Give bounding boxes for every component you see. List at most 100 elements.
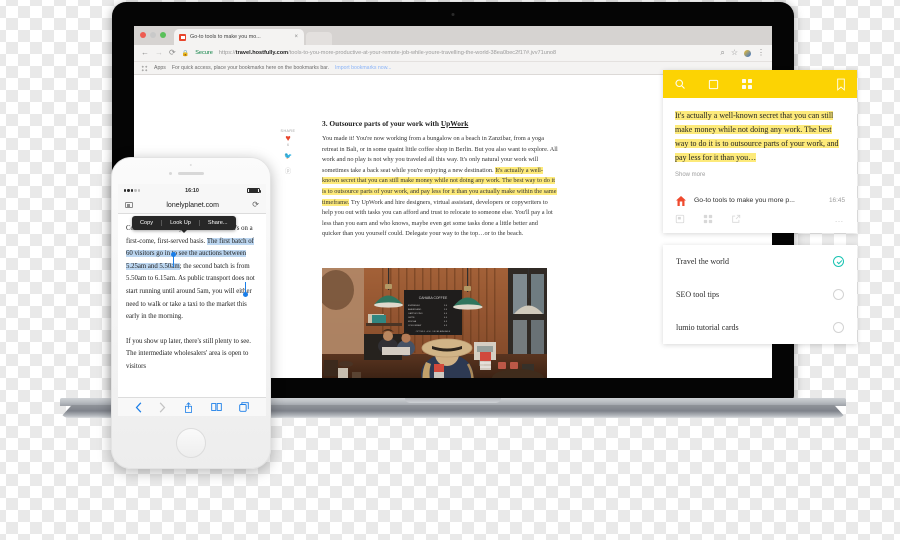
- radio-icon[interactable]: [833, 322, 844, 333]
- clip-text: It's actually a well-known secret that y…: [675, 111, 839, 162]
- apps-label[interactable]: Apps: [154, 65, 166, 71]
- url-prefix: https://: [218, 50, 236, 56]
- pinterest-icon[interactable]: ⓟ: [270, 165, 306, 175]
- clipper-sidebar: It's actually a well-known secret that y…: [663, 70, 857, 356]
- article-text-part2: Try UpWork and hire designers, virtual a…: [322, 198, 553, 238]
- browser-omnibox-row: ← → ⟳ 🔒 Secure https://travel.hostfully.…: [134, 45, 772, 62]
- iphone-mockup: 16:10 lonelyplanet.com ⟳ Copy Look Up Sh…: [111, 157, 271, 469]
- browser-tab[interactable]: Go-to tools to make you mo... ×: [174, 29, 304, 45]
- article-heading-pre: 3. Outsource parts of your work with: [322, 119, 441, 128]
- twitter-icon[interactable]: 🐦: [270, 152, 306, 160]
- clipper-toolbar: [663, 70, 857, 98]
- minimize-window-button[interactable]: [150, 32, 156, 38]
- share-button[interactable]: Share...: [198, 220, 236, 226]
- share-rail: SHARE ♥ 6 🐦 ⓟ: [270, 129, 306, 175]
- forward-icon[interactable]: [159, 401, 166, 413]
- url-domain: travel.hostfully.com: [235, 50, 289, 56]
- book-icon[interactable]: [210, 402, 222, 412]
- clip-time: 16:45: [829, 196, 845, 204]
- omnibox-actions: ⌕ ☆ ⋮: [720, 49, 765, 57]
- window-traffic-lights[interactable]: [140, 32, 166, 38]
- list-item[interactable]: lumio tutorial cards: [663, 311, 857, 344]
- phone-sensor: [169, 172, 173, 176]
- phone-screen: 16:10 lonelyplanet.com ⟳ Copy Look Up Sh…: [118, 184, 266, 416]
- search-icon[interactable]: [674, 78, 686, 90]
- list-item-label: Travel the world: [676, 257, 730, 266]
- close-window-button[interactable]: [140, 32, 146, 38]
- address-bar[interactable]: https://travel.hostfully.com/tools-to-yo…: [219, 50, 714, 56]
- note-icon[interactable]: [675, 214, 685, 224]
- phone-clock: 16:10: [185, 187, 199, 194]
- list-item-label: SEO tool tips: [676, 290, 720, 299]
- new-tab-button[interactable]: [306, 32, 332, 45]
- clip-source-row[interactable]: Go-to tools to make you more p... 16:45: [663, 187, 857, 212]
- radio-icon[interactable]: [833, 289, 844, 300]
- reload-icon[interactable]: ⟳: [169, 49, 176, 57]
- article-heading-link[interactable]: UpWork: [441, 119, 469, 128]
- grid-icon[interactable]: [703, 214, 713, 224]
- forward-icon[interactable]: →: [155, 49, 163, 57]
- profile-avatar[interactable]: [744, 49, 751, 57]
- lists-card: Travel the world SEO tool tips lumio tut…: [663, 245, 857, 344]
- phone-paragraph: Coffee is sold to buyers in the market. …: [126, 223, 258, 324]
- selection-handle-start[interactable]: [170, 252, 178, 267]
- laptop-base-notch: [405, 398, 501, 403]
- phone-paragraph-2: If you show up later, there's still plen…: [126, 337, 251, 370]
- text-selection-popup[interactable]: Copy Look Up Share...: [132, 216, 236, 233]
- check-icon[interactable]: [833, 256, 844, 267]
- laptop-camera: [451, 13, 455, 16]
- maximize-window-button[interactable]: [160, 32, 166, 38]
- coffee-shop-illustration: CAHABA COFFEE ESPRESSOAMERICANO CAPPUCCI…: [322, 268, 547, 378]
- lock-icon: 🔒: [181, 50, 190, 57]
- share-icon[interactable]: [731, 214, 741, 224]
- grid-icon[interactable]: [741, 78, 753, 90]
- search-icon[interactable]: ⌕: [720, 49, 724, 57]
- safari-domain[interactable]: lonelyplanet.com: [133, 202, 252, 209]
- share-count: 6: [286, 142, 290, 147]
- clip-card: It's actually a well-known secret that y…: [663, 70, 857, 233]
- reload-icon[interactable]: ⟳: [252, 201, 259, 209]
- list-item[interactable]: SEO tool tips: [663, 278, 857, 311]
- clip-actions-row: …: [663, 212, 857, 233]
- card-icon[interactable]: [708, 79, 719, 90]
- signal-icon: [124, 189, 140, 192]
- article-photo: CAHABA COFFEE ESPRESSO AMERICANO CAPPUCCI…: [322, 268, 547, 378]
- list-item[interactable]: Travel the world: [663, 245, 857, 278]
- hostfully-favicon: [675, 194, 687, 206]
- home-button[interactable]: [176, 428, 206, 458]
- article-heading: 3. Outsource parts of your work with UpW…: [322, 119, 558, 128]
- tab-title: Go-to tools to make you mo...: [190, 34, 261, 40]
- show-more-link[interactable]: Show more: [675, 172, 845, 178]
- back-icon[interactable]: ←: [141, 49, 149, 57]
- clip-source-title: Go-to tools to make you more p...: [694, 196, 795, 204]
- phone-speaker: [178, 172, 204, 175]
- look-up-button[interactable]: Look Up: [161, 220, 199, 226]
- browser-tab-bar: Go-to tools to make you mo... ×: [134, 26, 772, 45]
- bookmark-icon[interactable]: [836, 78, 846, 91]
- back-icon[interactable]: [135, 401, 142, 413]
- article-paragraph: You made it! You're now working from a b…: [322, 134, 558, 240]
- battery-icon: [247, 187, 261, 194]
- clip-body: It's actually a well-known secret that y…: [663, 98, 857, 187]
- safari-address-bar[interactable]: lonelyplanet.com ⟳: [118, 197, 266, 214]
- bookmarks-hint: For quick access, place your bookmarks h…: [171, 65, 329, 71]
- import-bookmarks-link[interactable]: Import bookmarks now...: [335, 65, 392, 71]
- star-icon[interactable]: ☆: [731, 49, 738, 57]
- more-icon[interactable]: …: [835, 215, 846, 224]
- list-item-label: lumio tutorial cards: [676, 323, 739, 332]
- selection-handle-end[interactable]: [242, 282, 250, 297]
- safari-page-content: Copy Look Up Share... Coffee is sold to …: [118, 214, 266, 374]
- safari-toolbar: [118, 397, 266, 416]
- phone-text-after: ; the second batch is from 5.50am to 6.1…: [126, 262, 255, 321]
- url-path: /tools-to-you-more-productive-at-your-re…: [288, 50, 557, 56]
- secure-label: Secure: [195, 50, 213, 56]
- apps-grid-icon[interactable]: [141, 64, 148, 72]
- copy-button[interactable]: Copy: [132, 220, 161, 226]
- menu-icon[interactable]: ⋮: [757, 49, 765, 57]
- reader-mode-icon[interactable]: [125, 202, 133, 208]
- article-body: 3. Outsource parts of your work with UpW…: [322, 119, 558, 240]
- tab-close-icon[interactable]: ×: [294, 34, 298, 40]
- share-icon[interactable]: [184, 401, 193, 413]
- tabs-icon[interactable]: [239, 402, 249, 412]
- tab-favicon: [179, 33, 186, 41]
